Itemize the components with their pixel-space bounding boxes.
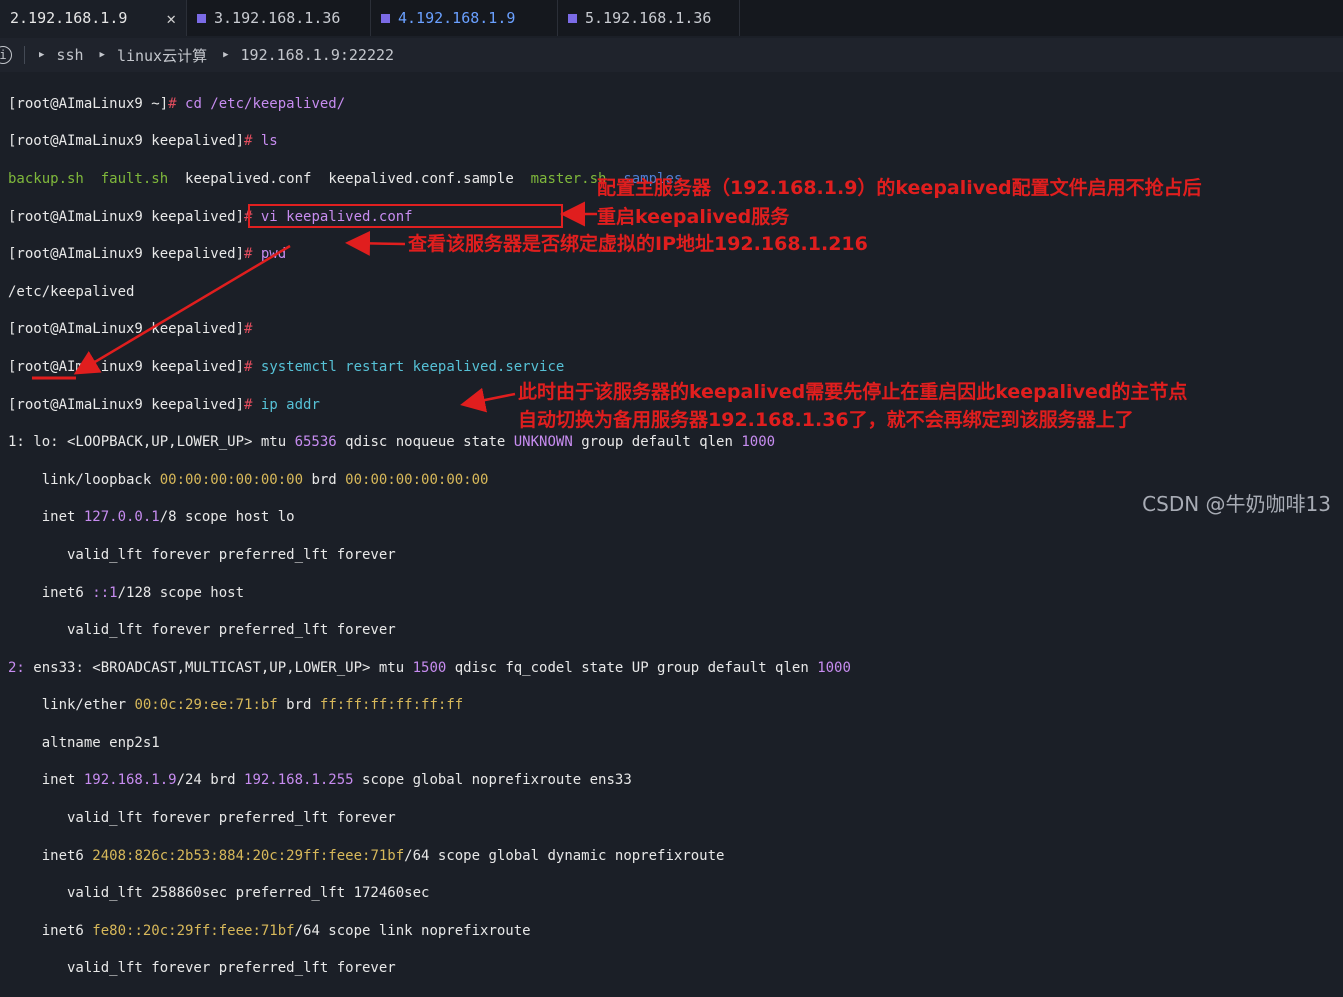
terminal-line: valid_lft forever preferred_lft forever xyxy=(8,546,396,563)
annotation-arrows xyxy=(32,201,597,413)
annotation-config-line2: 重启keepalived服务 xyxy=(597,206,790,228)
terminal-line: inet6 fe80::20c:29ff:feee:71bf/64 scope … xyxy=(8,922,531,939)
annotation-failover-line2: 自动切换为备用服务器192.168.1.36了，就不会再绑定到该服务器上了 xyxy=(518,409,1134,431)
terminal-line: valid_lft forever preferred_lft forever xyxy=(8,810,396,827)
terminal-line: valid_lft 258860sec preferred_lft 172460… xyxy=(8,885,430,902)
terminal-line: inet6 ::1/128 scope host xyxy=(8,584,245,601)
annotation-config-line1: 配置主服务器（192.168.1.9）的keepalived配置文件启用不抢占后 xyxy=(597,177,1202,199)
terminal-line: link/ether 00:0c:29:ee:71:bf brd ff:ff:f… xyxy=(8,697,464,714)
terminal-line: inet 192.168.1.9/24 brd 192.168.1.255 sc… xyxy=(8,772,632,789)
terminal-line: altname enp2s1 xyxy=(8,734,160,751)
terminal-line: valid_lft forever preferred_lft forever xyxy=(8,960,396,977)
annotation-failover-line1: 此时由于该服务器的keepalived需要先停止在重启因此keepalived的… xyxy=(518,381,1188,403)
terminal-line: inet6 2408:826c:2b53:884:20c:29ff:feee:7… xyxy=(8,847,725,864)
terminal-line: valid_lft forever preferred_lft forever xyxy=(8,622,396,639)
annotation-check-vip: 查看该服务器是否绑定虚拟的IP地址192.168.1.216 xyxy=(408,233,868,255)
terminal-line: 2: ens33: <BROADCAST,MULTICAST,UP,LOWER_… xyxy=(8,659,851,676)
watermark: CSDN @牛奶咖啡13 xyxy=(1142,492,1331,516)
